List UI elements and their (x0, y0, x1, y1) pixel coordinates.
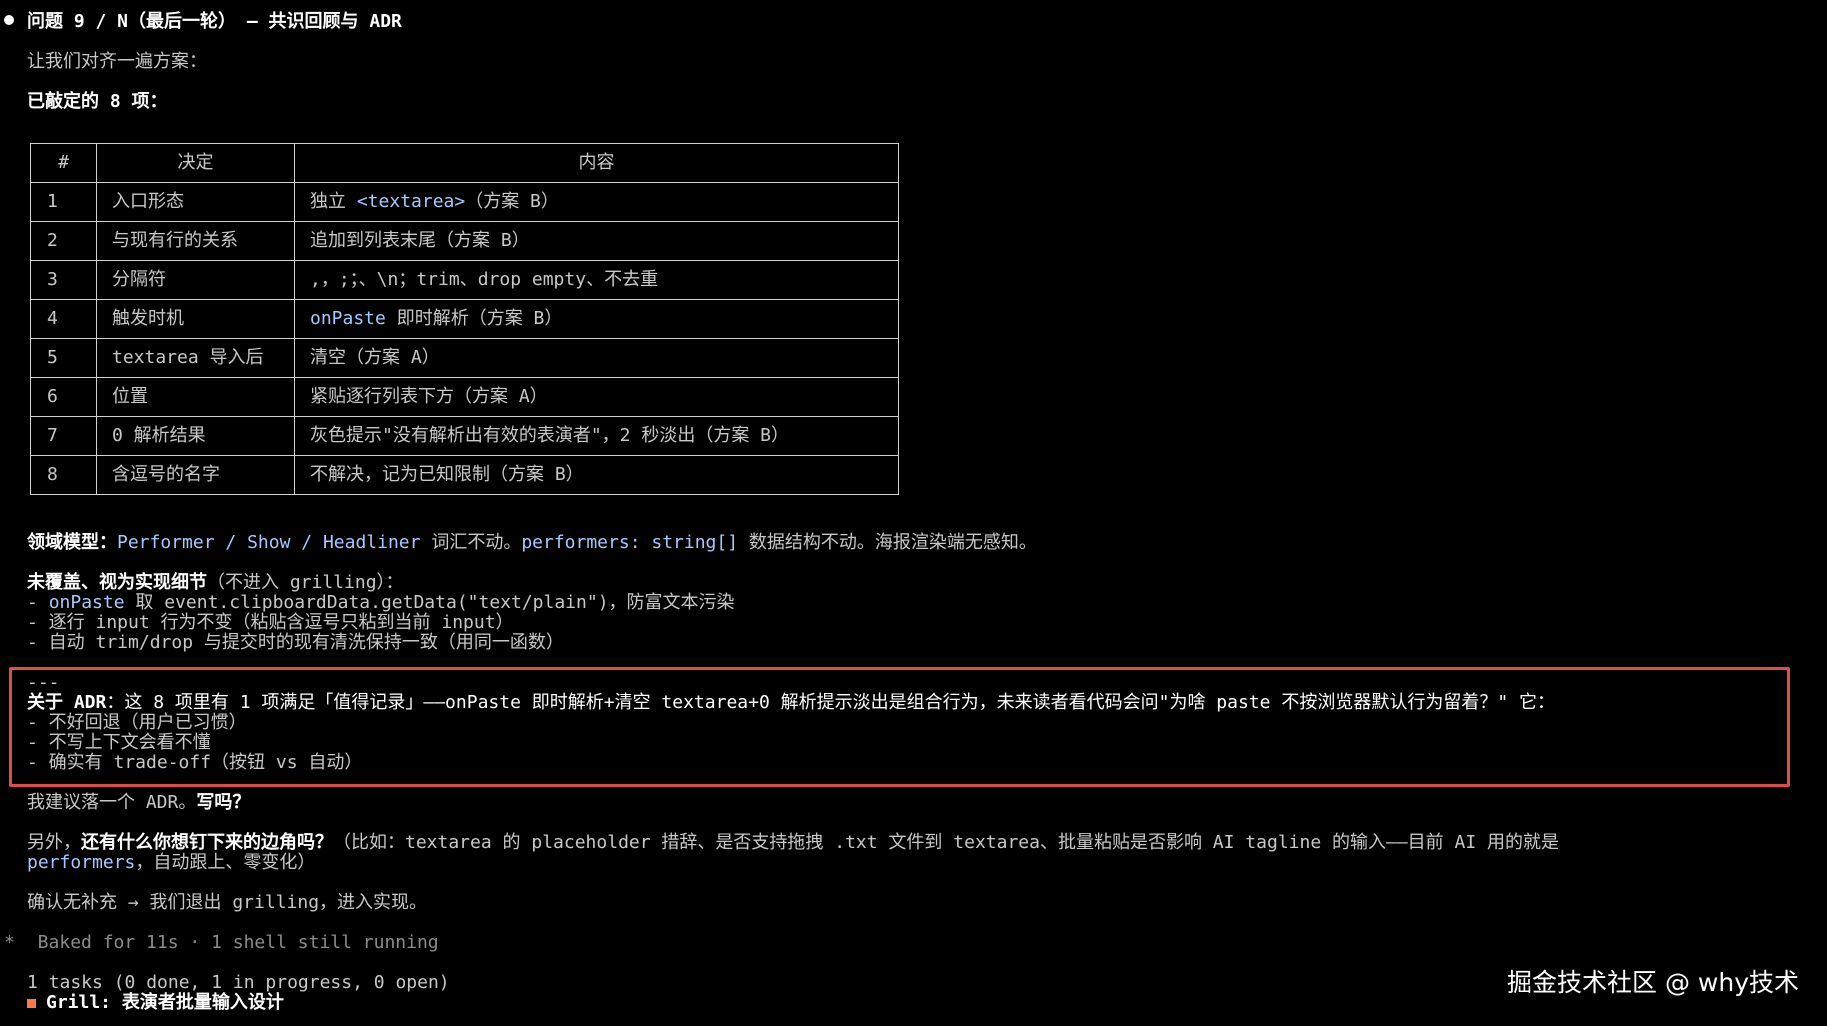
suggest-line: 我建议落一个 ADR。写吗？ (27, 793, 250, 813)
column-header-number: # (30, 143, 97, 183)
row-number: 5 (30, 338, 97, 378)
also-line-2-rest: ，自动跟上、零变化） (135, 852, 316, 873)
row-number: 2 (30, 221, 97, 261)
decisions-table: # 决定 内容 1 入口形态 独立 <textarea>（方案 B） 2 与现有行的关系… (30, 143, 899, 495)
status-line: * Baked for 11s · 1 shell still running (4, 933, 439, 953)
row-content: 清空（方案 A） (294, 338, 899, 378)
row-decision: 分隔符 (96, 260, 295, 300)
table-row: 4 触发时机 onPaste 即时解析（方案 B） (30, 299, 899, 339)
term-show: Show (247, 532, 291, 553)
uncovered-item-1-text: 取 event.clipboardData.getData("text/plai… (124, 592, 735, 613)
column-header-decision: 决定 (96, 143, 295, 183)
uncovered-item-1: - onPaste 取 event.clipboardData.getData(… (27, 593, 735, 613)
row-decision: 触发时机 (96, 299, 295, 339)
row-number: 3 (30, 260, 97, 300)
tasks-summary: 1 tasks (0 done, 1 in progress, 0 open) (27, 972, 450, 993)
adr-rule: --- (27, 672, 60, 693)
intro-text: 让我们对齐一遍方案： (27, 51, 207, 72)
row-content: onPaste 即时解析（方案 B） (294, 299, 899, 339)
onpaste-code: onPaste (48, 592, 125, 613)
row-content-text: 即时解析（方案 B） (385, 308, 563, 329)
table-row: 5 textarea 导入后 清空（方案 A） (30, 338, 899, 378)
domain-model-label: 领域模型： (27, 532, 117, 553)
row-decision: 位置 (96, 377, 295, 417)
table-row: 2 与现有行的关系 追加到列表末尾（方案 B） (30, 221, 899, 261)
decided-heading: 已敲定的 8 项： (27, 91, 168, 112)
uncovered-paren: （不进入 grilling）： (207, 572, 404, 593)
table-row: 70 解析结果 灰色提示"没有解析出有效的表演者"，2 秒淡出（方案 B） (30, 416, 899, 456)
watermark: 掘金技术社区 @ why技术 (1507, 968, 1799, 997)
uncovered-item-2: - 逐行 input 行为不变（粘贴含逗号只粘到当前 input） (27, 612, 514, 633)
row-content: 紧贴逐行列表下方（方案 A） (294, 377, 899, 417)
table-header-row: # 决定 内容 (30, 143, 899, 183)
suggest-question: 写吗？ (196, 792, 251, 813)
also-line-2: performers，自动跟上、零变化） (27, 853, 315, 873)
column-header-content: 内容 (294, 143, 899, 183)
table-body: 1 入口形态 独立 <textarea>（方案 B） 2 与现有行的关系 追加到列表末尾（… (30, 182, 899, 495)
adr-line: 关于 ADR：这 8 项里有 1 项满足「值得记录」——onPaste 即时解析… (27, 693, 1555, 713)
section-title: 问题 9 / N（最后一轮） — 共识回顾与 ADR (27, 11, 402, 32)
adr-item-2: - 不写上下文会看不懂 (27, 732, 211, 753)
row-content-text: 追加到列表末尾（方案 B） (310, 230, 530, 251)
row-decision: textarea 导入后 (96, 338, 295, 378)
row-decision: 0 解析结果 (96, 416, 295, 456)
row-content-code: onPaste (310, 308, 386, 329)
row-content-text: 独立 (310, 191, 357, 212)
task-in-progress-icon (27, 998, 36, 1008)
terminal-window: 问题 9 / N（最后一轮） — 共识回顾与 ADR 让我们对齐一遍方案： 已敲… (0, 0, 1827, 1026)
term-headliner: Headliner (322, 532, 421, 553)
row-number: 7 (30, 416, 97, 456)
row-decision: 含逗号的名字 (96, 455, 295, 495)
row-number: 4 (30, 299, 97, 339)
adr-label: 关于 ADR (27, 692, 107, 713)
row-content: 灰色提示"没有解析出有效的表演者"，2 秒淡出（方案 B） (294, 416, 899, 456)
table-row: 8 含逗号的名字 不解决，记为已知限制（方案 B） (30, 455, 899, 495)
task-item-label: Grill: 表演者批量输入设计 (46, 992, 284, 1013)
task-item: Grill: 表演者批量输入设计 (27, 993, 284, 1013)
separator: / (214, 532, 248, 553)
status-bullet-icon (4, 15, 14, 25)
row-content-text: 紧贴逐行列表下方（方案 A） (310, 386, 548, 407)
table-row: 1 入口形态 独立 <textarea>（方案 B） (30, 182, 899, 222)
row-decision: 入口形态 (96, 182, 295, 222)
term-performer: Performer (117, 532, 215, 553)
row-content-code: <textarea> (356, 191, 466, 212)
also-rest: （比如：textarea 的 placeholder 措辞、是否支持拖拽 .tx… (333, 832, 1560, 853)
row-content: 不解决，记为已知限制（方案 B） (294, 455, 899, 495)
row-number: 6 (30, 377, 97, 417)
row-content-text: ,，;；、\n；trim、drop empty、不去重 (310, 269, 659, 290)
list-dash: - (27, 592, 49, 613)
domain-model-mid: 词汇不动。 (420, 532, 522, 553)
row-decision: 与现有行的关系 (96, 221, 295, 261)
table-row: 6 位置 紧贴逐行列表下方（方案 A） (30, 377, 899, 417)
status-text: Baked for 11s · 1 shell still running (26, 932, 439, 953)
adr-item-1: - 不好回退（用户已习惯） (27, 712, 247, 733)
separator: / (290, 532, 323, 553)
row-content-text: （方案 B） (465, 191, 559, 212)
term-performers-type: performers: string[] (521, 532, 739, 553)
adr-item-3: - 确实有 trade-off（按钮 vs 自动） (27, 752, 363, 773)
uncovered-heading: 未覆盖、视为实现细节（不进入 grilling）： (27, 573, 404, 593)
row-content-text: 清空（方案 A） (310, 347, 440, 368)
row-content: 独立 <textarea>（方案 B） (294, 182, 899, 222)
row-number: 1 (30, 182, 97, 222)
domain-model-line: 领域模型：Performer / Show / Headliner 词汇不动。p… (27, 533, 1037, 553)
row-content-text: 灰色提示"没有解析出有效的表演者"，2 秒淡出（方案 B） (310, 425, 790, 446)
domain-model-tail: 数据结构不动。海报渲染端无感知。 (738, 532, 1037, 553)
suggest-text: 我建议落一个 ADR。 (27, 792, 197, 813)
also-question: 还有什么你想钉下来的边角吗？ (81, 832, 333, 853)
row-content-text: 不解决，记为已知限制（方案 B） (310, 464, 584, 485)
table-row: 3 分隔符 ,，;；、\n；trim、drop empty、不去重 (30, 260, 899, 300)
adr-text: ：这 8 项里有 1 项满足「值得记录」——onPaste 即时解析+清空 te… (106, 692, 1555, 713)
uncovered-item-3: - 自动 trim/drop 与提交时的现有清洗保持一致（用同一函数） (27, 632, 564, 653)
uncovered-label: 未覆盖、视为实现细节 (27, 572, 207, 593)
also-line: 另外，还有什么你想钉下来的边角吗？（比如：textarea 的 placehol… (27, 833, 1559, 853)
performers-code: performers (27, 852, 136, 873)
also-prefix: 另外， (27, 832, 81, 853)
row-content: ,，;；、\n；trim、drop empty、不去重 (294, 260, 899, 300)
row-number: 8 (30, 455, 97, 495)
row-content: 追加到列表末尾（方案 B） (294, 221, 899, 261)
spinner-icon: * (4, 932, 15, 953)
confirm-line: 确认无补充 → 我们退出 grilling，进入实现。 (27, 892, 428, 913)
